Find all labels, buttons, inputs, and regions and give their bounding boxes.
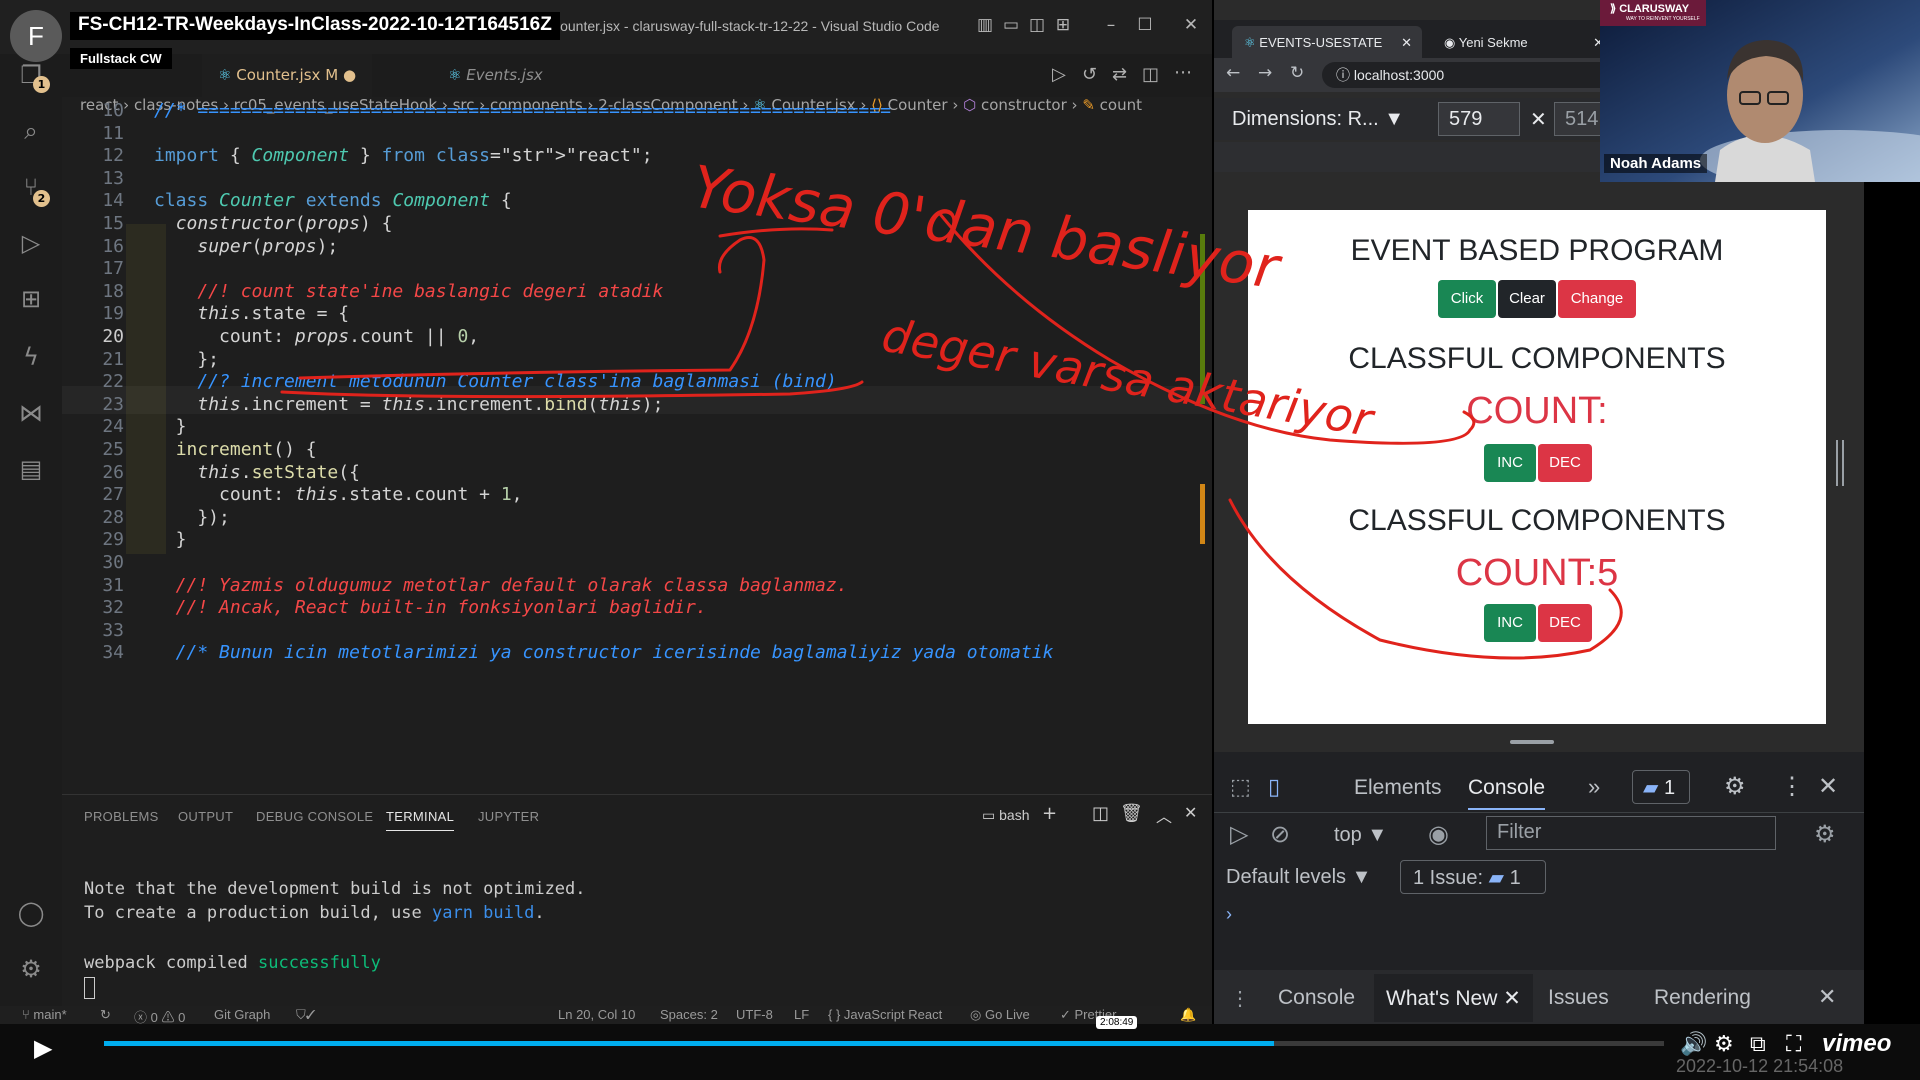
arrow-to-count5 bbox=[1228, 498, 1623, 660]
recording-timestamp: 2022-10-12 21:54:08 bbox=[1676, 1056, 1844, 1076]
pip-icon[interactable]: ⧉ bbox=[1750, 1032, 1766, 1057]
underline-stroke bbox=[280, 380, 864, 399]
settings-gear-icon[interactable]: ⚙ bbox=[1714, 1032, 1734, 1057]
pen-annotation-layer: Yoksa 0'dan basliyor deger varsa aktariy… bbox=[280, 153, 1623, 660]
fullscreen-icon[interactable]: ⛶ bbox=[1786, 1032, 1801, 1057]
handwritten-note-2: deger varsa aktariyor bbox=[878, 308, 1380, 448]
play-icon[interactable]: ▶ bbox=[34, 1034, 52, 1062]
seek-time-tooltip: 2:08:49 bbox=[1096, 1016, 1138, 1029]
video-player-controls: ▶ 2:08:49 2022-10-12 21:54:08 🔊 ⚙ ⧉ ⛶ vi… bbox=[0, 1016, 1920, 1080]
progress-fill bbox=[104, 1041, 1274, 1046]
volume-icon[interactable]: 🔊 bbox=[1680, 1032, 1707, 1057]
handwritten-note-1: Yoksa 0'dan basliyor bbox=[688, 153, 1286, 303]
vimeo-logo[interactable]: vimeo bbox=[1822, 1030, 1891, 1058]
arrow-to-yoksa bbox=[298, 236, 766, 380]
pen-strokes bbox=[280, 212, 1623, 660]
video-frame: Counter.jsx - clarusway-full-stack-tr-12… bbox=[0, 0, 1920, 1080]
progress-track[interactable] bbox=[104, 1041, 1664, 1046]
